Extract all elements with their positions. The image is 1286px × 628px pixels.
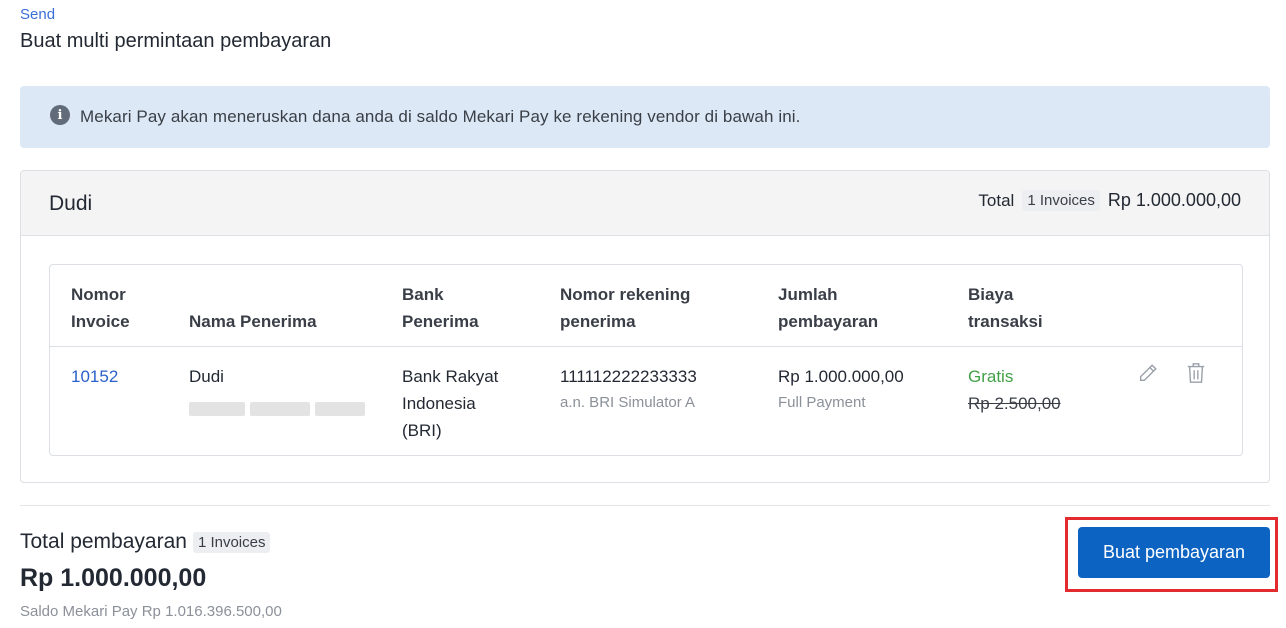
header-recipient-name: Nama Penerima — [189, 312, 317, 331]
info-banner: i Mekari Pay akan meneruskan dana anda d… — [20, 86, 1270, 148]
row-actions — [1136, 361, 1208, 385]
vendor-card: Dudi Total 1 Invoices Rp 1.000.000,00 No… — [20, 170, 1270, 483]
pencil-icon[interactable] — [1136, 361, 1160, 385]
payment-summary: Total pembayaran 1 Invoices Rp 1.000.000… — [20, 530, 282, 620]
header-payment-amount: Jumlah pembayaran — [778, 285, 879, 331]
recipient-cell: Dudi — [189, 363, 370, 424]
breadcrumb-send[interactable]: Send — [20, 6, 55, 23]
trash-icon[interactable] — [1184, 361, 1208, 385]
header-recipient-bank: Bank Penerima — [402, 285, 479, 331]
fee-free-label: Gratis — [968, 367, 1014, 386]
vendor-total: Total 1 Invoices Rp 1.000.000,00 — [978, 190, 1241, 211]
bank-cell: Bank Rakyat Indonesia (BRI) — [402, 367, 499, 440]
vendor-invoice-count-badge: 1 Invoices — [1022, 190, 1100, 211]
recipient-name: Dudi — [189, 367, 224, 386]
info-icon: i — [50, 105, 70, 125]
fee-cell: Gratis Rp 2.500,00 — [968, 363, 1061, 417]
header-account-number: Nomor rekening penerima — [560, 285, 691, 331]
invoice-table: Nomor Invoice Nama Penerima Bank Penerim… — [49, 264, 1243, 456]
payment-type: Full Payment — [778, 394, 866, 411]
header-invoice-number: Nomor Invoice — [71, 285, 130, 331]
table-header-row: Nomor Invoice Nama Penerima Bank Penerim… — [50, 265, 1242, 347]
total-payment-label: Total pembayaran — [20, 530, 187, 553]
payment-amount: Rp 1.000.000,00 — [778, 367, 904, 386]
account-cell: 111112222233333 a.n. BRI Simulator A — [560, 363, 697, 413]
total-payment-amount: Rp 1.000.000,00 — [20, 564, 207, 592]
amount-cell: Rp 1.000.000,00 Full Payment — [778, 363, 904, 413]
account-holder: a.n. BRI Simulator A — [560, 394, 696, 411]
vendor-total-label: Total — [978, 190, 1015, 210]
total-invoice-count-badge: 1 Invoices — [192, 531, 271, 553]
info-banner-text: Mekari Pay akan meneruskan dana anda di … — [80, 107, 801, 126]
create-payment-button[interactable]: Buat pembayaran — [1078, 527, 1270, 578]
vendor-total-amount: Rp 1.000.000,00 — [1107, 190, 1241, 210]
table-row: 10152 Dudi Bank Rakyat Indonesia (BRI) 1… — [50, 347, 1242, 455]
mekari-pay-balance: Saldo Mekari Pay Rp 1.016.396.500,00 — [20, 603, 282, 620]
header-transaction-fee: Biaya transaksi — [968, 285, 1043, 331]
account-number: 111112222233333 — [560, 367, 697, 386]
vendor-name: Dudi — [49, 192, 93, 215]
fee-original-amount: Rp 2.500,00 — [968, 394, 1061, 413]
divider — [20, 505, 1270, 506]
invoice-number-link[interactable]: 10152 — [71, 363, 118, 390]
vendor-card-header: Dudi Total 1 Invoices Rp 1.000.000,00 — [21, 171, 1269, 236]
page-title: Buat multi permintaan pembayaran — [20, 30, 332, 52]
redacted-recipient-detail — [189, 397, 370, 424]
